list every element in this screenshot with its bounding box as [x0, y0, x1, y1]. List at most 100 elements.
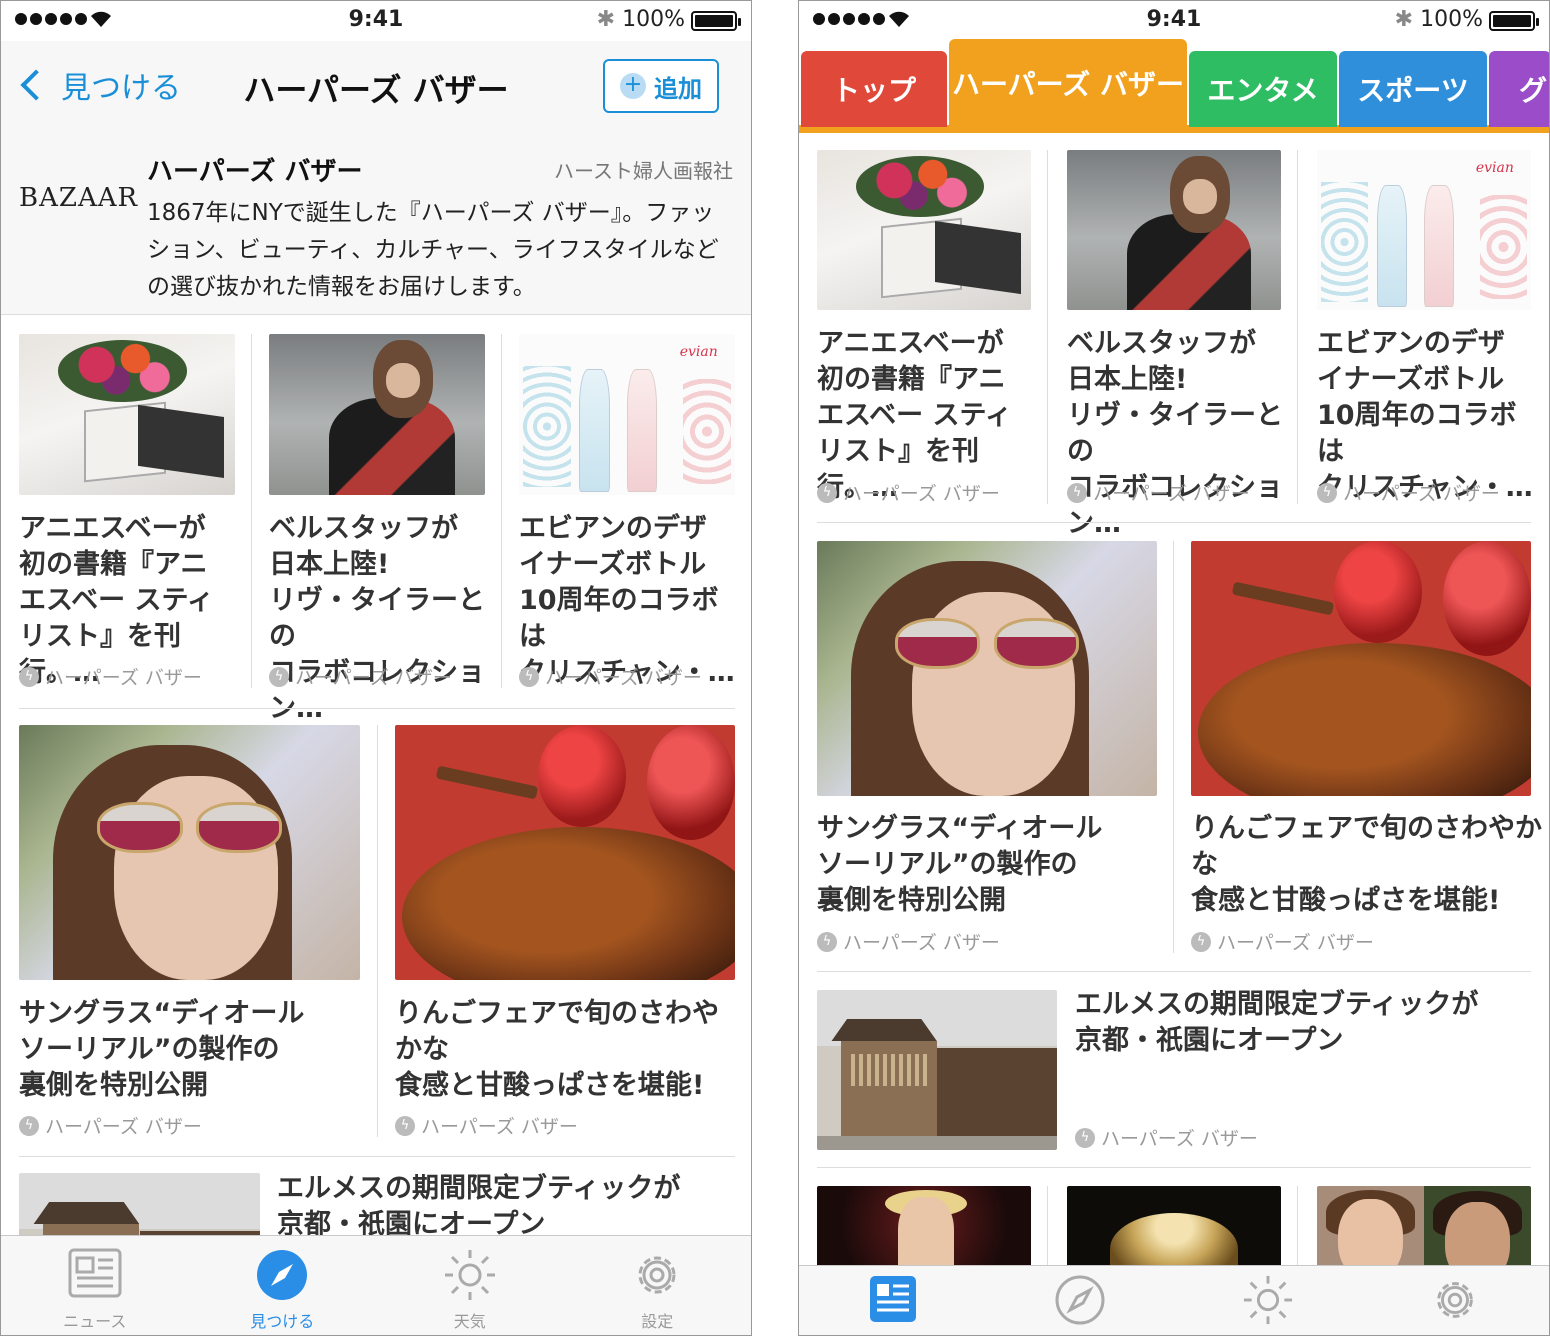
bolt-icon: ϟ — [1317, 482, 1337, 503]
sun-icon — [1243, 1275, 1292, 1325]
bolt-icon: ϟ — [1067, 482, 1087, 503]
article-source: ϟ ハーパーズ バザー — [519, 663, 702, 690]
article-source: ϟ ハーパーズ バザー — [1075, 1124, 1258, 1151]
bolt-icon: ϟ — [519, 666, 539, 687]
tab-news[interactable]: ニュース — [1, 1236, 189, 1335]
left-screen: 9:41 ✱ 100% 見つける ハーパーズ バザー + 追加 BAZAAR ハ… — [0, 0, 752, 1336]
status-bar: 9:41 ✱ 100% — [799, 1, 1549, 41]
tab-settings[interactable]: 設定 — [564, 1236, 752, 1335]
article-thumbnail — [19, 725, 360, 980]
divider — [1297, 1186, 1298, 1276]
tab-bar — [799, 1265, 1549, 1335]
article-thumbnail — [817, 990, 1057, 1150]
divider — [501, 334, 502, 688]
tab-top[interactable]: トップ — [801, 51, 947, 127]
tab-label: 見つける — [250, 1312, 315, 1331]
article-source: ϟ ハーパーズ バザー — [817, 479, 1000, 506]
article-source: ϟ ハーパーズ バザー — [395, 1112, 578, 1139]
tab-news[interactable] — [799, 1266, 987, 1335]
article-title: りんごフェアで旬のさわやかな 食感と甘酸っぱさを堪能! — [1191, 813, 1542, 916]
tab-weather[interactable]: 天気 — [376, 1236, 564, 1335]
tab-discover[interactable]: 見つける — [189, 1236, 377, 1335]
source-publisher: ハースト婦人画報社 — [554, 159, 733, 183]
divider — [817, 522, 1531, 523]
divider — [1047, 150, 1048, 504]
divider — [817, 971, 1531, 972]
article-source: ϟ ハーパーズ バザー — [1191, 928, 1374, 955]
article-title: サングラス“ディオール ソーリアル”の製作の 裏側を特別公開 — [817, 813, 1103, 916]
plus-icon: + — [620, 73, 646, 99]
tab-bar: ニュース 見つける 天気 設定 — [1, 1235, 751, 1335]
chevron-left-icon — [20, 69, 52, 101]
divider — [817, 1167, 1531, 1168]
article-title: サングラス“ディオール ソーリアル”の製作の 裏側を特別公開 — [19, 998, 305, 1101]
article-thumbnail — [269, 334, 485, 495]
tab-label: 天気 — [453, 1312, 486, 1331]
bolt-icon: ϟ — [817, 931, 837, 952]
article-thumbnail[interactable] — [1067, 1186, 1281, 1276]
newspaper-icon — [68, 1248, 122, 1298]
tab-label: ニュース — [63, 1312, 127, 1331]
bluetooth-icon: ✱ — [1394, 7, 1413, 32]
article-thumbnail[interactable] — [817, 1186, 1031, 1276]
back-button[interactable]: 見つける — [19, 63, 181, 107]
tab-discover[interactable] — [987, 1266, 1175, 1335]
gear-icon — [638, 1256, 676, 1294]
category-tabs: トップ ハーパーズ バザー エンタメ スポーツ グ — [799, 39, 1549, 133]
divider — [1173, 541, 1174, 953]
article-thumbnail — [1191, 541, 1531, 796]
status-bar: 9:41 ✱ 100% — [1, 1, 751, 41]
bluetooth-icon: ✱ — [596, 7, 615, 32]
bolt-icon: ϟ — [269, 666, 289, 687]
divider — [377, 725, 378, 1137]
battery-icon — [1489, 11, 1539, 31]
divider — [1047, 1186, 1048, 1276]
battery-percent: 100% — [1420, 7, 1483, 32]
add-button[interactable]: + 追加 — [603, 59, 719, 113]
article-title: ベルスタッフが 日本上陸! リヴ・タイラーとの コラボコレクション… — [269, 513, 485, 724]
back-label: 見つける — [61, 71, 181, 106]
tab-sports[interactable]: スポーツ — [1339, 51, 1487, 127]
source-info: BAZAAR ハーパーズ バザー ハースト婦人画報社 1867年にNYで誕生した… — [1, 131, 751, 315]
article-source: ϟ ハーパーズ バザー — [19, 663, 202, 690]
nav-bar: 見つける ハーパーズ バザー + 追加 — [1, 41, 751, 131]
article-thumbnail: evian — [1317, 150, 1531, 310]
article-source: ϟ ハーパーズ バザー — [817, 928, 1000, 955]
gear-icon — [1437, 1282, 1474, 1318]
article-title: ベルスタッフが 日本上陸! リヴ・タイラーとの コラボコレクション… — [1067, 328, 1283, 539]
bolt-icon: ϟ — [19, 666, 39, 687]
bolt-icon: ϟ — [1191, 931, 1211, 952]
tab-settings[interactable] — [1362, 1266, 1550, 1335]
divider — [19, 708, 735, 709]
article-thumbnail — [395, 725, 735, 980]
article-thumbnail — [817, 541, 1157, 796]
source-description: 1867年にNYで誕生した『ハーパーズ バザー』。ファッション、ビューティ、カル… — [147, 200, 719, 300]
bolt-icon: ϟ — [817, 482, 837, 503]
divider — [1297, 150, 1298, 504]
article-title: エルメスの期間限定ブティックが 京都・祇園にオープン — [1075, 989, 1479, 1056]
article-source: ϟ ハーパーズ バザー — [269, 663, 452, 690]
tab-more[interactable]: グ — [1489, 51, 1549, 127]
article-thumbnail[interactable] — [1317, 1186, 1531, 1276]
compass-icon — [1055, 1275, 1105, 1325]
tab-label: 設定 — [641, 1312, 674, 1331]
bolt-icon: ϟ — [1075, 1127, 1095, 1148]
battery-icon — [691, 11, 741, 31]
tab-entame[interactable]: エンタメ — [1189, 51, 1337, 127]
article-thumbnail: evian — [519, 334, 735, 495]
article-source: ϟ ハーパーズ バザー — [1317, 479, 1500, 506]
tab-harpers-bazaar[interactable]: ハーパーズ バザー — [949, 39, 1187, 127]
sun-icon — [444, 1250, 495, 1300]
add-label: 追加 — [654, 74, 702, 103]
source-name: ハーパーズ バザー — [147, 157, 363, 187]
article-source: ϟ ハーパーズ バザー — [19, 1112, 202, 1139]
newspaper-icon — [869, 1276, 916, 1322]
divider — [251, 334, 252, 688]
article-source: ϟ ハーパーズ バザー — [1067, 479, 1250, 506]
article-thumbnail — [1067, 150, 1281, 310]
compass-icon — [257, 1250, 308, 1300]
battery-percent: 100% — [622, 7, 685, 32]
article-title: エルメスの期間限定ブティックが 京都・祇園にオープン — [277, 1173, 681, 1240]
tab-weather[interactable] — [1174, 1266, 1362, 1335]
bolt-icon: ϟ — [395, 1115, 415, 1136]
